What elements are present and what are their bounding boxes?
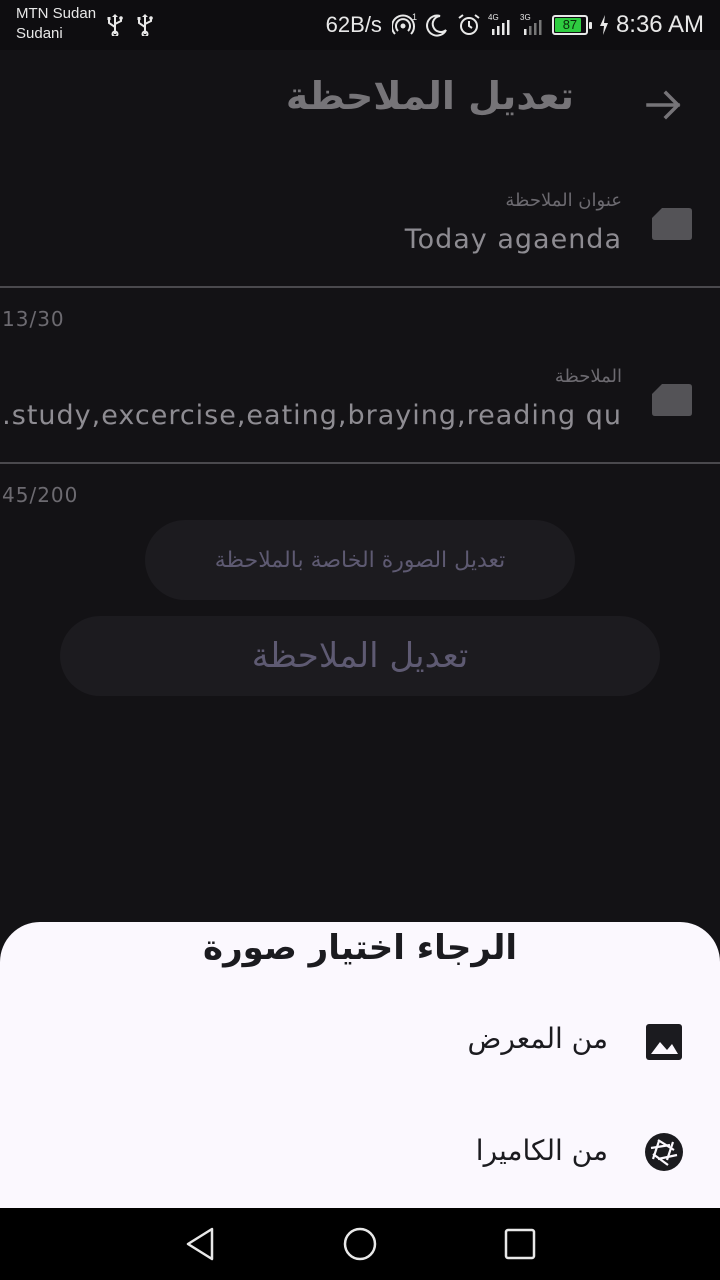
note-title-input[interactable]: Today agaenda	[82, 224, 622, 255]
carrier-line-2: Sudani	[16, 25, 63, 42]
alarm-icon	[458, 14, 480, 35]
sheet-title: الرجاء اختيار صورة	[203, 928, 517, 968]
edit-image-button[interactable]: تعديل الصورة الخاصة بالملاحظة	[145, 520, 575, 600]
gallery-option-label: من المعرض	[467, 1022, 608, 1055]
carrier-name: MTN Sudan Sudani	[16, 4, 96, 44]
title-char-counter: 13/30	[2, 307, 65, 331]
carrier-line-1: MTN Sudan	[16, 5, 97, 22]
camera-shutter-icon	[645, 1133, 683, 1171]
note-body-label: الملاحظة	[554, 366, 622, 387]
back-triangle-icon[interactable]	[180, 1224, 220, 1264]
moon-icon	[426, 14, 447, 37]
title-underline	[0, 286, 720, 288]
battery-icon: 87	[551, 15, 592, 35]
gallery-option[interactable]: من المعرض	[0, 990, 720, 1090]
note-char-counter: 45/200	[2, 483, 79, 507]
note-icon	[652, 208, 692, 240]
note-underline	[0, 462, 720, 464]
note-title-label: عنوان الملاحظة	[505, 190, 622, 211]
system-nav-bar	[0, 1208, 720, 1280]
note-body-input[interactable]: .study,excercise,eating,braying,reading …	[2, 400, 622, 431]
hotspot-icon: 1	[391, 12, 417, 35]
note-icon	[652, 384, 692, 416]
network-speed: 62B/s	[325, 12, 382, 37]
camera-option[interactable]: من الكاميرا	[0, 1102, 720, 1202]
svg-text:1: 1	[412, 12, 417, 22]
charging-icon	[599, 15, 608, 35]
app-bar: تعديل الملاحظة	[0, 50, 720, 156]
note-body-field[interactable]: الملاحظة .study,excercise,eating,braying…	[0, 360, 720, 466]
camera-option-label: من الكاميرا	[475, 1134, 608, 1167]
signal-4g-icon: 4G	[488, 13, 510, 35]
status-icons: 62B/s 1 4G 3G 87 8:36 AM	[326, 10, 704, 40]
svg-text:4G: 4G	[488, 13, 499, 22]
battery-percent: 87	[562, 17, 578, 32]
note-title-field[interactable]: عنوان الملاحظة Today agaenda	[0, 180, 720, 290]
signal-3g-icon: 3G	[520, 13, 542, 35]
page-title: تعديل الملاحظة	[285, 74, 574, 118]
usb-icon	[137, 14, 153, 36]
image-picker-sheet: الرجاء اختيار صورة من المعرض من الكاميرا	[0, 922, 720, 1208]
status-bar: MTN Sudan Sudani 62B/s 1 4G 3G 87 8:36 A…	[0, 0, 720, 50]
edit-note-button[interactable]: تعديل الملاحظة	[60, 616, 660, 696]
svg-text:3G: 3G	[520, 13, 531, 22]
gallery-image-icon	[646, 1024, 682, 1060]
usb-icon	[107, 14, 123, 36]
home-circle-icon[interactable]	[340, 1224, 380, 1264]
clock: 8:36 AM	[615, 11, 704, 38]
arrow-forward-icon[interactable]	[640, 84, 688, 126]
recents-square-icon[interactable]	[500, 1224, 540, 1264]
